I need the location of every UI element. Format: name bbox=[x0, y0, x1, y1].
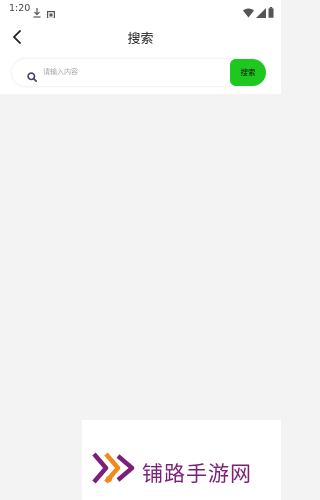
search-icon bbox=[27, 67, 38, 86]
search-area: 搜索 bbox=[0, 54, 281, 94]
header: 搜索 bbox=[0, 18, 281, 54]
search-input[interactable] bbox=[43, 64, 223, 80]
watermark-logo-icon bbox=[92, 452, 136, 488]
watermark-text: 铺路手游网 bbox=[142, 462, 252, 486]
search-box: 搜索 bbox=[12, 59, 266, 86]
status-bar: 1:20 bbox=[0, 0, 281, 20]
watermark: 铺路手游网 bbox=[82, 420, 281, 500]
page-title: 搜索 bbox=[127, 32, 154, 47]
status-time: 1:20 bbox=[9, 3, 31, 14]
search-button[interactable]: 搜索 bbox=[230, 59, 266, 86]
